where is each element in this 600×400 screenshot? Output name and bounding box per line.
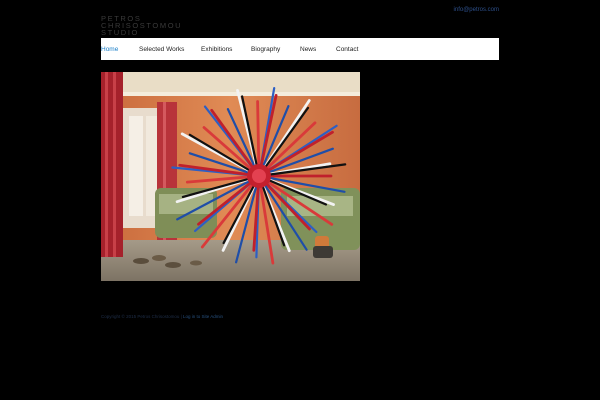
site-logo[interactable]: PETROS CHRISOSTOMOU STUDIO [101, 15, 191, 37]
logo-line-3: STUDIO [101, 28, 139, 37]
footer: Copyright © 2015 Petros Chrisostomou | L… [101, 314, 223, 319]
nav-item-contact[interactable]: Contact [336, 38, 358, 60]
nav-item-exhibitions[interactable]: Exhibitions [201, 38, 232, 60]
admin-login-link[interactable]: Log in to Site Admin [183, 314, 223, 319]
featured-artwork-image [101, 72, 360, 281]
nav-item-home[interactable]: Home [101, 38, 118, 60]
nav-item-biography[interactable]: Biography [251, 38, 280, 60]
nav-item-news[interactable]: News [300, 38, 316, 60]
email-link[interactable]: info@petros.com [454, 7, 499, 13]
artwork-illustration [101, 72, 360, 281]
nav-item-selected-works[interactable]: Selected Works [139, 38, 184, 60]
main-nav: Home Selected Works Exhibitions Biograph… [101, 38, 499, 60]
copyright-text: Copyright © 2015 Petros Chrisostomou [101, 314, 180, 319]
